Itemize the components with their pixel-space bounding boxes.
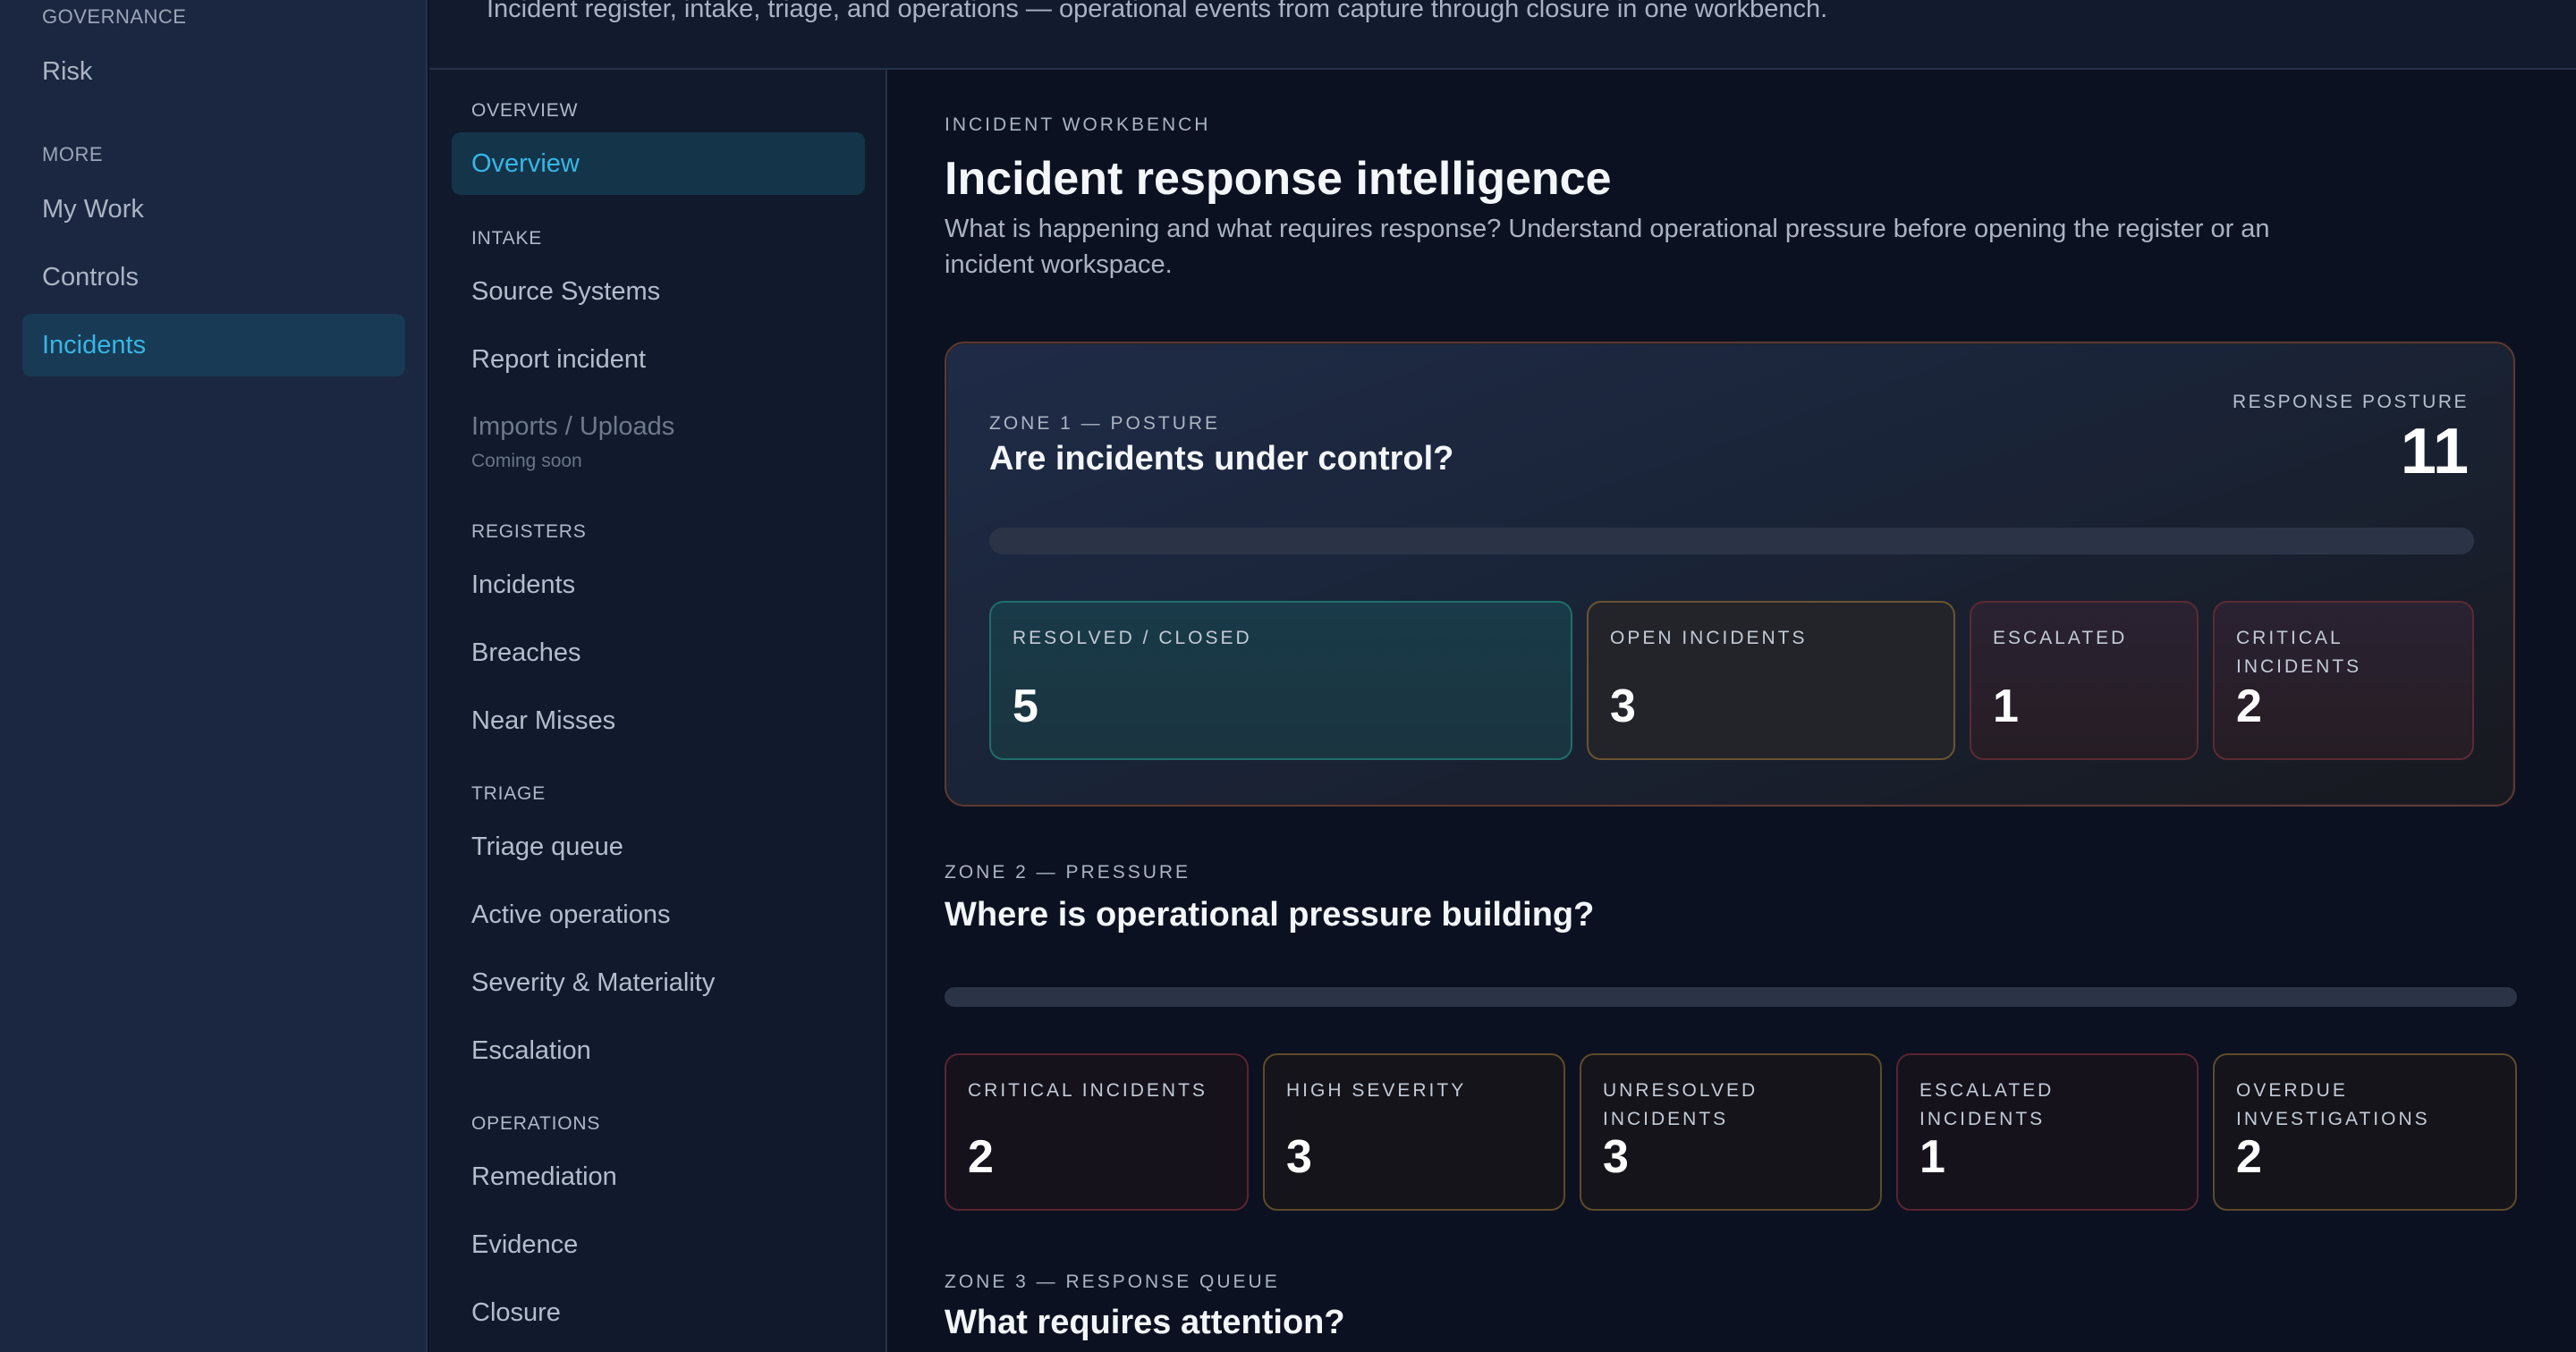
pressure-critical-incidents[interactable]: CRITICAL INCIDENTS 2	[945, 1053, 1249, 1211]
coming-soon-note: Coming soon	[471, 451, 582, 471]
pressure-overdue-investigations[interactable]: OVERDUE INVESTIGATIONS 2	[2213, 1053, 2517, 1211]
nav-item-controls[interactable]: Controls	[22, 246, 405, 308]
stat-value: 2	[2236, 680, 2262, 732]
nav-section-governance: GOVERNANCE	[42, 5, 187, 28]
stat-label: HIGH SEVERITY	[1286, 1080, 1467, 1101]
stat-value: 3	[1286, 1131, 1312, 1183]
page-subtitle: Incident register, intake, triage, and o…	[487, 0, 1828, 23]
pressure-escalated-incidents[interactable]: ESCALATED INCIDENTS 1	[1896, 1053, 2199, 1211]
zone3-eyebrow: ZONE 3 — RESPONSE QUEUE	[945, 1272, 1280, 1292]
page-title: Incident response intelligence	[945, 153, 1612, 205]
stat-label: OPEN INCIDENTS	[1610, 628, 1808, 648]
sub-item-source-systems[interactable]: Source Systems	[452, 260, 865, 323]
zone1-eyebrow: ZONE 1 — POSTURE	[989, 413, 1221, 434]
sub-item-incidents[interactable]: Incidents	[452, 553, 865, 616]
stat-escalated[interactable]: ESCALATED 1	[1970, 601, 2199, 760]
stat-value: 3	[1610, 680, 1636, 732]
stat-label: RESOLVED / CLOSED	[1013, 628, 1252, 648]
sub-item-imports-uploads: Imports / Uploads	[471, 411, 675, 441]
zone2-question: Where is operational pressure building?	[945, 896, 1595, 934]
sub-section-overview: OVERVIEW	[471, 100, 579, 121]
stat-critical-incidents[interactable]: CRITICAL INCIDENTS 2	[2213, 601, 2474, 760]
nav-item-my-work[interactable]: My Work	[22, 178, 405, 241]
sub-item-overview[interactable]: Overview	[452, 132, 865, 195]
zone3-question: What requires attention?	[945, 1304, 1345, 1341]
pressure-high-severity[interactable]: HIGH SEVERITY 3	[1263, 1053, 1565, 1211]
zone1-progress-bar	[989, 528, 2474, 554]
sub-item-report-incident[interactable]: Report incident	[452, 328, 865, 391]
sub-item-active-operations[interactable]: Active operations	[452, 883, 865, 946]
stat-label: CRITICAL INCIDENTS	[2236, 628, 2362, 677]
sub-item-severity-materiality[interactable]: Severity & Materiality	[452, 951, 865, 1014]
sub-item-closure[interactable]: Closure	[452, 1281, 865, 1344]
workbench-sidebar: OVERVIEW Overview INTAKE Source Systems …	[429, 70, 887, 1352]
nav-section-more: MORE	[42, 143, 103, 165]
workbench-eyebrow: INCIDENT WORKBENCH	[945, 114, 1211, 135]
sub-section-triage: TRIAGE	[471, 783, 546, 804]
nav-item-risk[interactable]: Risk	[22, 40, 405, 103]
stat-label: UNRESOLVED INCIDENTS	[1603, 1080, 1758, 1129]
zone2-eyebrow: ZONE 2 — PRESSURE	[945, 862, 1191, 883]
sub-item-remediation[interactable]: Remediation	[452, 1145, 865, 1208]
page-header: Incident register, intake, triage, and o…	[429, 0, 2576, 70]
stat-value: 1	[1919, 1131, 1945, 1183]
sub-item-near-misses[interactable]: Near Misses	[452, 689, 865, 752]
sub-item-escalation[interactable]: Escalation	[452, 1019, 865, 1082]
stat-label: ESCALATED INCIDENTS	[1919, 1080, 2055, 1129]
stat-value: 2	[2236, 1131, 2262, 1183]
zone2-progress-bar	[945, 987, 2517, 1007]
stat-label: ESCALATED	[1993, 628, 2128, 648]
zone-posture-card: ZONE 1 — POSTURE Are incidents under con…	[945, 342, 2515, 807]
stat-value: 3	[1603, 1131, 1629, 1183]
zone1-question: Are incidents under control?	[989, 440, 1454, 477]
stat-value: 1	[1993, 680, 2019, 732]
main-content: INCIDENT WORKBENCH Incident response int…	[889, 70, 2576, 1352]
sub-item-triage-queue[interactable]: Triage queue	[452, 815, 865, 878]
sub-section-intake: INTAKE	[471, 228, 543, 249]
nav-item-incidents[interactable]: Incidents	[22, 314, 405, 376]
stat-value: 2	[968, 1131, 994, 1183]
pressure-unresolved-incidents[interactable]: UNRESOLVED INCIDENTS 3	[1580, 1053, 1882, 1211]
response-posture-label: RESPONSE POSTURE	[2232, 392, 2469, 412]
sub-item-breaches[interactable]: Breaches	[452, 621, 865, 684]
app-sidebar: GOVERNANCE Risk MORE My Work Controls In…	[0, 0, 428, 1352]
stat-value: 5	[1013, 680, 1038, 732]
page-description: What is happening and what requires resp…	[945, 215, 2270, 279]
response-posture-value: 11	[2400, 416, 2469, 487]
stat-label: OVERDUE INVESTIGATIONS	[2236, 1080, 2430, 1129]
stat-label: CRITICAL INCIDENTS	[968, 1080, 1208, 1101]
stat-open-incidents[interactable]: OPEN INCIDENTS 3	[1587, 601, 1955, 760]
sub-item-evidence[interactable]: Evidence	[452, 1213, 865, 1276]
sub-section-operations: OPERATIONS	[471, 1113, 601, 1134]
stat-resolved-closed[interactable]: RESOLVED / CLOSED 5	[989, 601, 1572, 760]
sub-section-registers: REGISTERS	[471, 521, 587, 542]
